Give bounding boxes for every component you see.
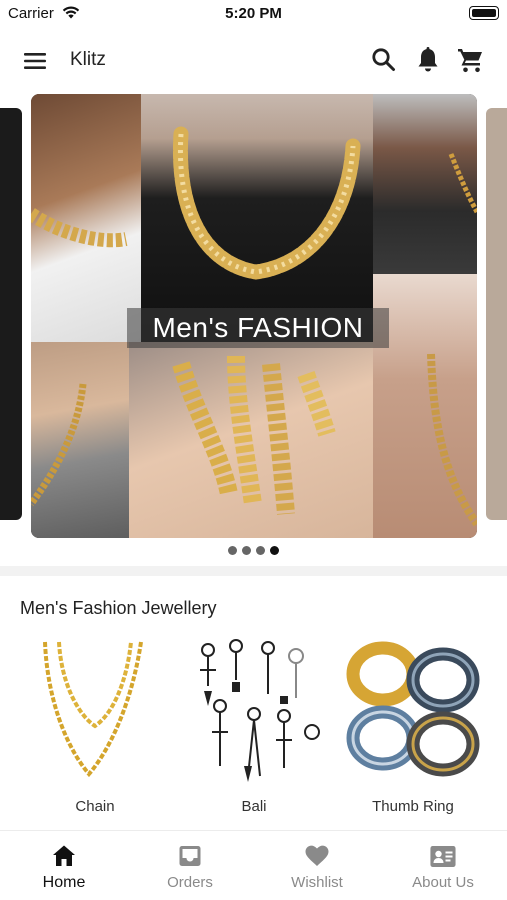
status-bar: Carrier 5:20 PM <box>0 0 507 30</box>
carousel-dot[interactable] <box>228 546 237 555</box>
app-screen: Carrier 5:20 PM Klitz Men's FASHION Men'… <box>0 0 507 900</box>
search-icon[interactable] <box>368 44 400 76</box>
battery-icon <box>469 6 499 20</box>
carousel-dot-active[interactable] <box>270 546 279 555</box>
bell-icon[interactable] <box>412 44 444 76</box>
tab-about-us[interactable]: About Us <box>380 831 506 900</box>
carousel-indicator <box>0 546 507 555</box>
app-title: Klitz <box>70 49 106 70</box>
category-label: Bali <box>241 798 267 815</box>
section-divider <box>0 566 507 576</box>
tab-home[interactable]: Home <box>1 831 127 900</box>
previous-slide-peek <box>0 108 22 520</box>
rings-image <box>346 641 480 777</box>
tab-orders[interactable]: Orders <box>127 831 253 900</box>
banner-slide[interactable]: Men's FASHION <box>31 94 477 538</box>
category-label: Chain <box>75 798 115 815</box>
carousel-dot[interactable] <box>256 546 265 555</box>
bottom-tab-bar: Home Orders Wishlist About Us <box>0 830 507 900</box>
contact-card-icon <box>430 846 456 867</box>
section-title: Men's Fashion Jewellery <box>20 598 217 618</box>
gold-chain-image <box>43 641 143 778</box>
heart-icon <box>305 845 329 866</box>
tab-wishlist[interactable]: Wishlist <box>254 831 380 900</box>
earrings-image <box>200 639 320 782</box>
menu-icon[interactable] <box>18 44 52 78</box>
next-slide-peek <box>486 108 507 520</box>
tab-label: Home <box>42 874 86 891</box>
home-icon <box>53 845 75 866</box>
inbox-icon <box>179 846 201 866</box>
status-time: 5:20 PM <box>225 5 282 22</box>
tab-label: About Us <box>412 874 474 891</box>
category-thumb-ring[interactable]: Thumb Ring <box>333 632 493 822</box>
category-label: Thumb Ring <box>372 798 454 815</box>
tab-label: Orders <box>167 874 213 891</box>
carousel-dot[interactable] <box>242 546 251 555</box>
banner-title: Men's FASHION <box>127 308 389 348</box>
app-bar: Klitz <box>0 30 507 92</box>
category-chain[interactable]: Chain <box>15 632 175 822</box>
tab-label: Wishlist <box>291 874 343 891</box>
category-bali[interactable]: Bali <box>174 632 334 822</box>
cart-icon[interactable] <box>455 44 487 76</box>
banner-carousel[interactable]: Men's FASHION <box>0 92 507 542</box>
